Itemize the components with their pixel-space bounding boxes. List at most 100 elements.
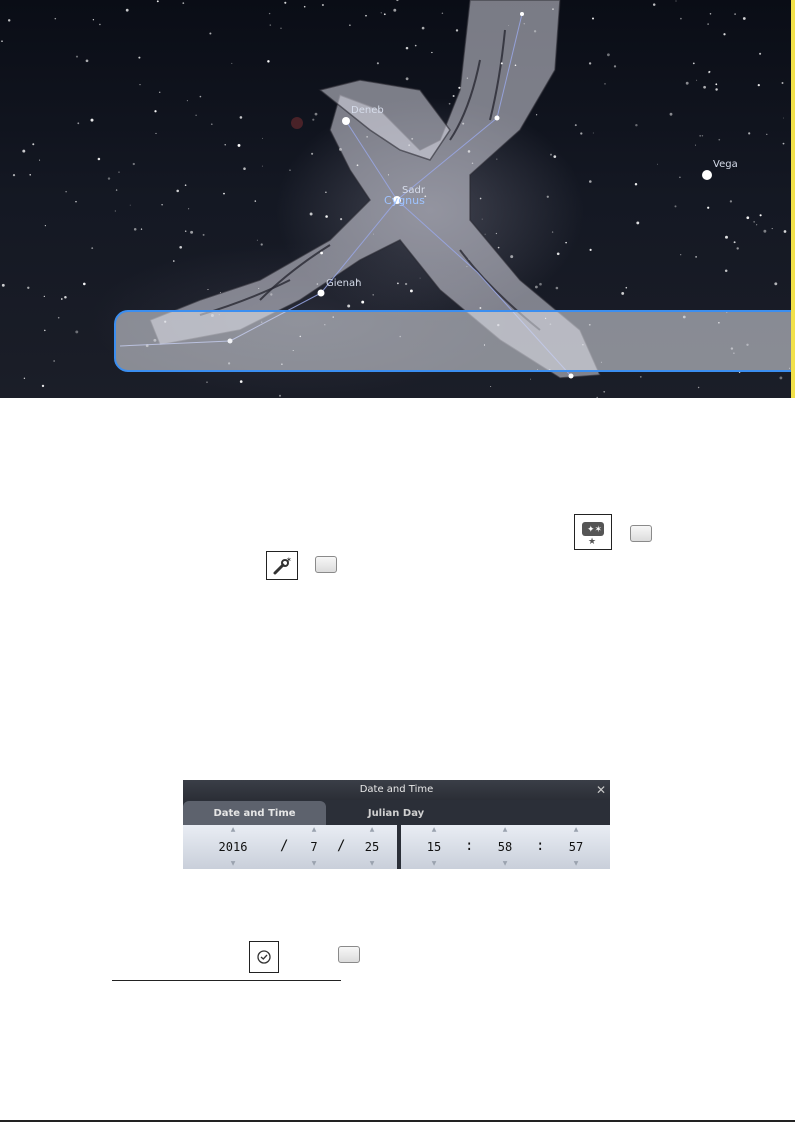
background-star xyxy=(75,55,79,58)
background-star xyxy=(759,214,762,217)
year-field[interactable]: 2016 xyxy=(211,840,255,854)
background-star xyxy=(231,62,233,64)
background-star xyxy=(481,218,483,220)
background-star xyxy=(23,377,26,379)
background-star xyxy=(210,123,213,126)
background-star xyxy=(759,52,762,55)
sky-view[interactable]: Deneb Sadr Cygnus Vega Gienah xyxy=(0,0,795,398)
page-bottom-rule xyxy=(0,1120,795,1122)
background-star xyxy=(314,112,318,116)
month-up-icon[interactable]: ▲ xyxy=(308,826,320,833)
background-star xyxy=(239,380,243,383)
background-star xyxy=(99,23,101,26)
background-star xyxy=(699,135,701,137)
background-star xyxy=(289,169,291,172)
day-field[interactable]: 25 xyxy=(357,840,387,854)
minute-field[interactable]: 58 xyxy=(490,840,520,854)
month-field[interactable]: 7 xyxy=(299,840,329,854)
background-star xyxy=(497,246,500,249)
background-star xyxy=(500,62,503,65)
background-star xyxy=(156,0,159,3)
background-star xyxy=(514,64,517,67)
background-star xyxy=(696,79,698,81)
background-star xyxy=(256,239,258,241)
background-star xyxy=(546,195,549,198)
hour-up-icon[interactable]: ▲ xyxy=(428,826,440,833)
second-field[interactable]: 57 xyxy=(561,840,591,854)
background-star xyxy=(64,296,67,299)
tab-julian-day[interactable]: Julian Day xyxy=(326,801,466,825)
background-star xyxy=(523,23,525,25)
background-star xyxy=(75,330,79,334)
background-star xyxy=(556,252,560,256)
background-star xyxy=(692,62,695,65)
background-star xyxy=(555,286,559,290)
hour-field[interactable]: 15 xyxy=(419,840,449,854)
background-star xyxy=(574,124,577,127)
background-star xyxy=(173,260,175,262)
background-star xyxy=(349,24,351,26)
background-star xyxy=(707,23,709,25)
background-star xyxy=(742,17,746,20)
background-star xyxy=(495,232,498,235)
month-down-icon[interactable]: ▼ xyxy=(308,860,320,867)
year-up-icon[interactable]: ▲ xyxy=(227,826,239,833)
minute-down-icon[interactable]: ▼ xyxy=(499,860,511,867)
background-star xyxy=(209,32,212,35)
background-star xyxy=(448,102,451,105)
background-star xyxy=(44,329,46,332)
background-star xyxy=(490,386,492,388)
background-star xyxy=(685,81,689,85)
year-down-icon[interactable]: ▼ xyxy=(227,860,239,867)
hour-down-icon[interactable]: ▼ xyxy=(428,860,440,867)
background-star xyxy=(718,138,721,141)
background-star xyxy=(733,241,736,244)
background-star xyxy=(782,142,785,145)
background-star xyxy=(580,132,583,135)
background-star xyxy=(239,116,243,119)
background-star xyxy=(223,192,225,195)
background-star xyxy=(781,82,784,84)
background-star xyxy=(708,70,711,73)
star-vega xyxy=(702,170,712,180)
background-star xyxy=(129,204,131,206)
background-star xyxy=(766,133,768,135)
background-star xyxy=(325,191,327,193)
background-star xyxy=(356,164,359,167)
background-star xyxy=(657,163,658,165)
svg-text:✶: ✶ xyxy=(286,556,292,564)
tab-date-and-time[interactable]: Date and Time xyxy=(183,801,326,825)
wrench-icon[interactable]: ✶ xyxy=(266,551,298,580)
clock-icon[interactable] xyxy=(249,941,279,973)
background-star xyxy=(771,228,773,230)
gienah-label: Gienah xyxy=(326,278,362,289)
background-star xyxy=(471,162,474,164)
background-star xyxy=(592,132,594,134)
background-star xyxy=(621,291,625,295)
second-up-icon[interactable]: ▲ xyxy=(570,826,582,833)
background-star xyxy=(118,171,120,173)
background-star xyxy=(479,197,482,200)
background-star xyxy=(90,118,94,122)
background-star xyxy=(725,235,728,239)
day-down-icon[interactable]: ▼ xyxy=(366,860,378,867)
minute-up-icon[interactable]: ▲ xyxy=(499,826,511,833)
background-star xyxy=(441,12,444,15)
second-down-icon[interactable]: ▼ xyxy=(570,860,582,867)
background-star xyxy=(267,60,270,63)
close-icon[interactable]: ✕ xyxy=(596,780,606,800)
keyboard-key-icon xyxy=(338,946,360,963)
background-star xyxy=(669,112,673,116)
highlight-box xyxy=(114,310,795,372)
background-star xyxy=(188,208,190,210)
background-star xyxy=(155,132,157,134)
background-star xyxy=(591,17,595,20)
dialog-titlebar[interactable]: Date and Time xyxy=(183,780,610,800)
background-star xyxy=(372,294,374,296)
constellation-art-icon[interactable]: ✦✶ ★ xyxy=(574,514,612,550)
background-star xyxy=(190,230,194,234)
background-star xyxy=(44,225,46,227)
keyboard-key-icon xyxy=(630,525,652,542)
day-up-icon[interactable]: ▲ xyxy=(366,826,378,833)
background-star xyxy=(715,83,718,86)
